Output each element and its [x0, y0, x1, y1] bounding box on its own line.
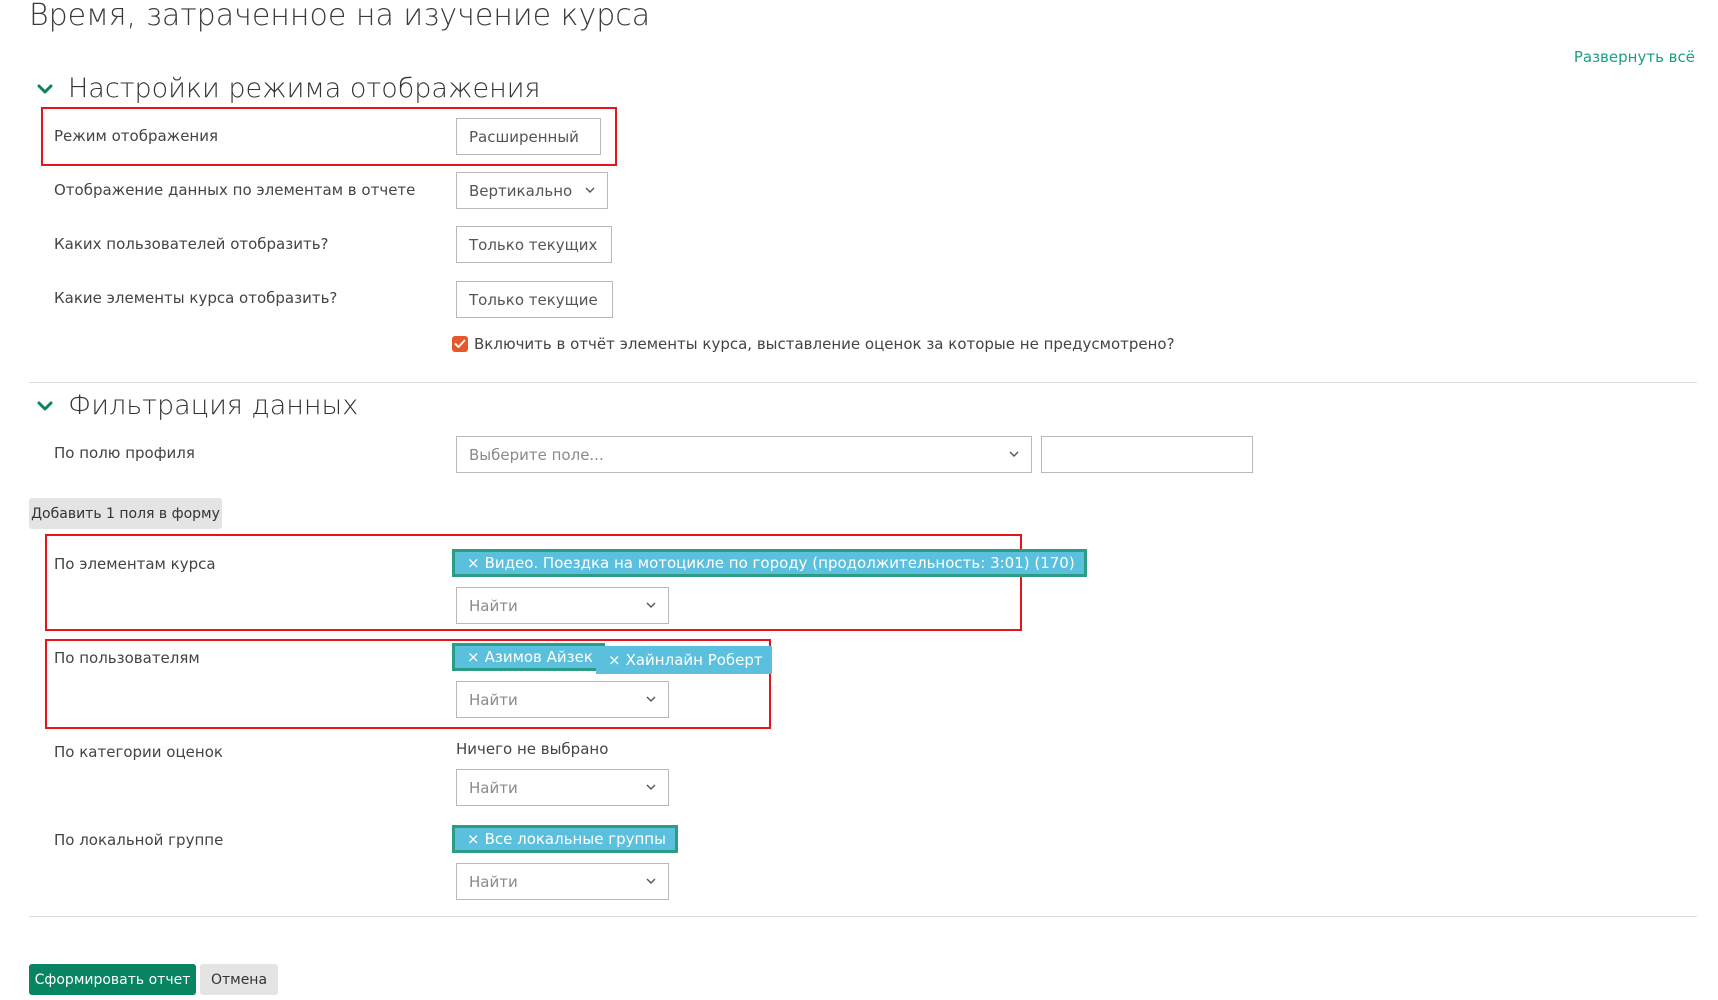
- user-tag-label: Хайнлайн Роберт: [625, 651, 763, 669]
- course-elements-search-placeholder: Найти: [469, 596, 518, 615]
- close-icon[interactable]: ×: [467, 649, 480, 665]
- data-display-value: Вертикально: [469, 181, 573, 200]
- close-icon[interactable]: ×: [467, 831, 480, 847]
- local-group-search[interactable]: Найти: [456, 863, 669, 900]
- data-display-label: Отображение данных по элементам в отчете: [54, 181, 416, 199]
- chevron-down-icon: [37, 401, 53, 410]
- expand-all-link[interactable]: Развернуть всё: [1574, 48, 1695, 66]
- include-ungraded-row: Включить в отчёт элементы курса, выставл…: [452, 335, 1175, 353]
- users-filter-label: По пользователям: [54, 649, 200, 667]
- profile-field-select[interactable]: Выберите поле...: [456, 436, 1032, 473]
- grade-category-label: По категории оценок: [54, 743, 223, 761]
- display-mode-select[interactable]: Расширенный: [456, 118, 601, 155]
- elements-display-select[interactable]: Только текущие: [456, 281, 613, 318]
- local-group-tag-label: Все локальные группы: [484, 830, 666, 848]
- profile-field-label: По полю профиля: [54, 444, 195, 462]
- include-ungraded-checkbox[interactable]: [452, 336, 468, 352]
- users-display-select[interactable]: Только текущих: [456, 226, 612, 263]
- section-divider: [29, 382, 1697, 383]
- chevron-down-icon: [37, 84, 53, 93]
- display-settings-header[interactable]: Настройки режима отображения: [36, 73, 541, 104]
- display-settings-title: Настройки режима отображения: [68, 73, 541, 104]
- cancel-button[interactable]: Отмена: [200, 964, 278, 995]
- users-display-label: Каких пользователей отобразить?: [54, 235, 329, 253]
- local-group-tag[interactable]: × Все локальные группы: [452, 825, 678, 853]
- profile-field-placeholder: Выберите поле...: [469, 445, 604, 464]
- grade-category-search[interactable]: Найти: [456, 769, 669, 806]
- chevron-down-icon: [646, 784, 656, 790]
- course-element-tag-label: Видео. Поездка на мотоцикле по городу (п…: [484, 554, 1075, 572]
- grade-category-note: Ничего не выбрано: [456, 740, 609, 758]
- course-elements-label: По элементам курса: [54, 555, 216, 573]
- filters-header[interactable]: Фильтрация данных: [36, 390, 358, 421]
- submit-report-button[interactable]: Сформировать отчет: [29, 964, 196, 995]
- users-display-value: Только текущих: [469, 235, 598, 254]
- user-tag[interactable]: × Азимов Айзек: [452, 643, 605, 671]
- display-mode-value: Расширенный: [469, 127, 579, 146]
- course-element-tag[interactable]: × Видео. Поездка на мотоцикле по городу …: [452, 549, 1087, 577]
- close-icon[interactable]: ×: [467, 555, 480, 571]
- user-tag[interactable]: × Хайнлайн Роберт: [596, 646, 772, 674]
- chevron-down-icon: [585, 187, 595, 193]
- checkmark-icon: [454, 339, 466, 348]
- chevron-down-icon: [1009, 451, 1019, 457]
- page-title: Время, затраченное на изучение курса: [29, 0, 651, 33]
- local-group-search-placeholder: Найти: [469, 872, 518, 891]
- elements-display-label: Какие элементы курса отобразить?: [54, 289, 338, 307]
- user-tag-label: Азимов Айзек: [484, 648, 593, 666]
- add-field-button[interactable]: Добавить 1 поля в форму: [29, 498, 222, 529]
- local-group-label: По локальной группе: [54, 831, 224, 849]
- chevron-down-icon: [646, 696, 656, 702]
- profile-field-value-input[interactable]: [1041, 436, 1253, 473]
- filters-title: Фильтрация данных: [68, 390, 359, 421]
- data-display-select[interactable]: Вертикально: [456, 172, 608, 209]
- users-search-placeholder: Найти: [469, 690, 518, 709]
- form-divider: [29, 916, 1697, 917]
- users-search[interactable]: Найти: [456, 681, 669, 718]
- elements-display-value: Только текущие: [469, 290, 598, 309]
- include-ungraded-label: Включить в отчёт элементы курса, выставл…: [474, 335, 1175, 353]
- chevron-down-icon: [646, 878, 656, 884]
- course-elements-search[interactable]: Найти: [456, 587, 669, 624]
- close-icon[interactable]: ×: [608, 652, 621, 668]
- grade-category-search-placeholder: Найти: [469, 778, 518, 797]
- display-mode-label: Режим отображения: [54, 127, 218, 145]
- chevron-down-icon: [646, 602, 656, 608]
